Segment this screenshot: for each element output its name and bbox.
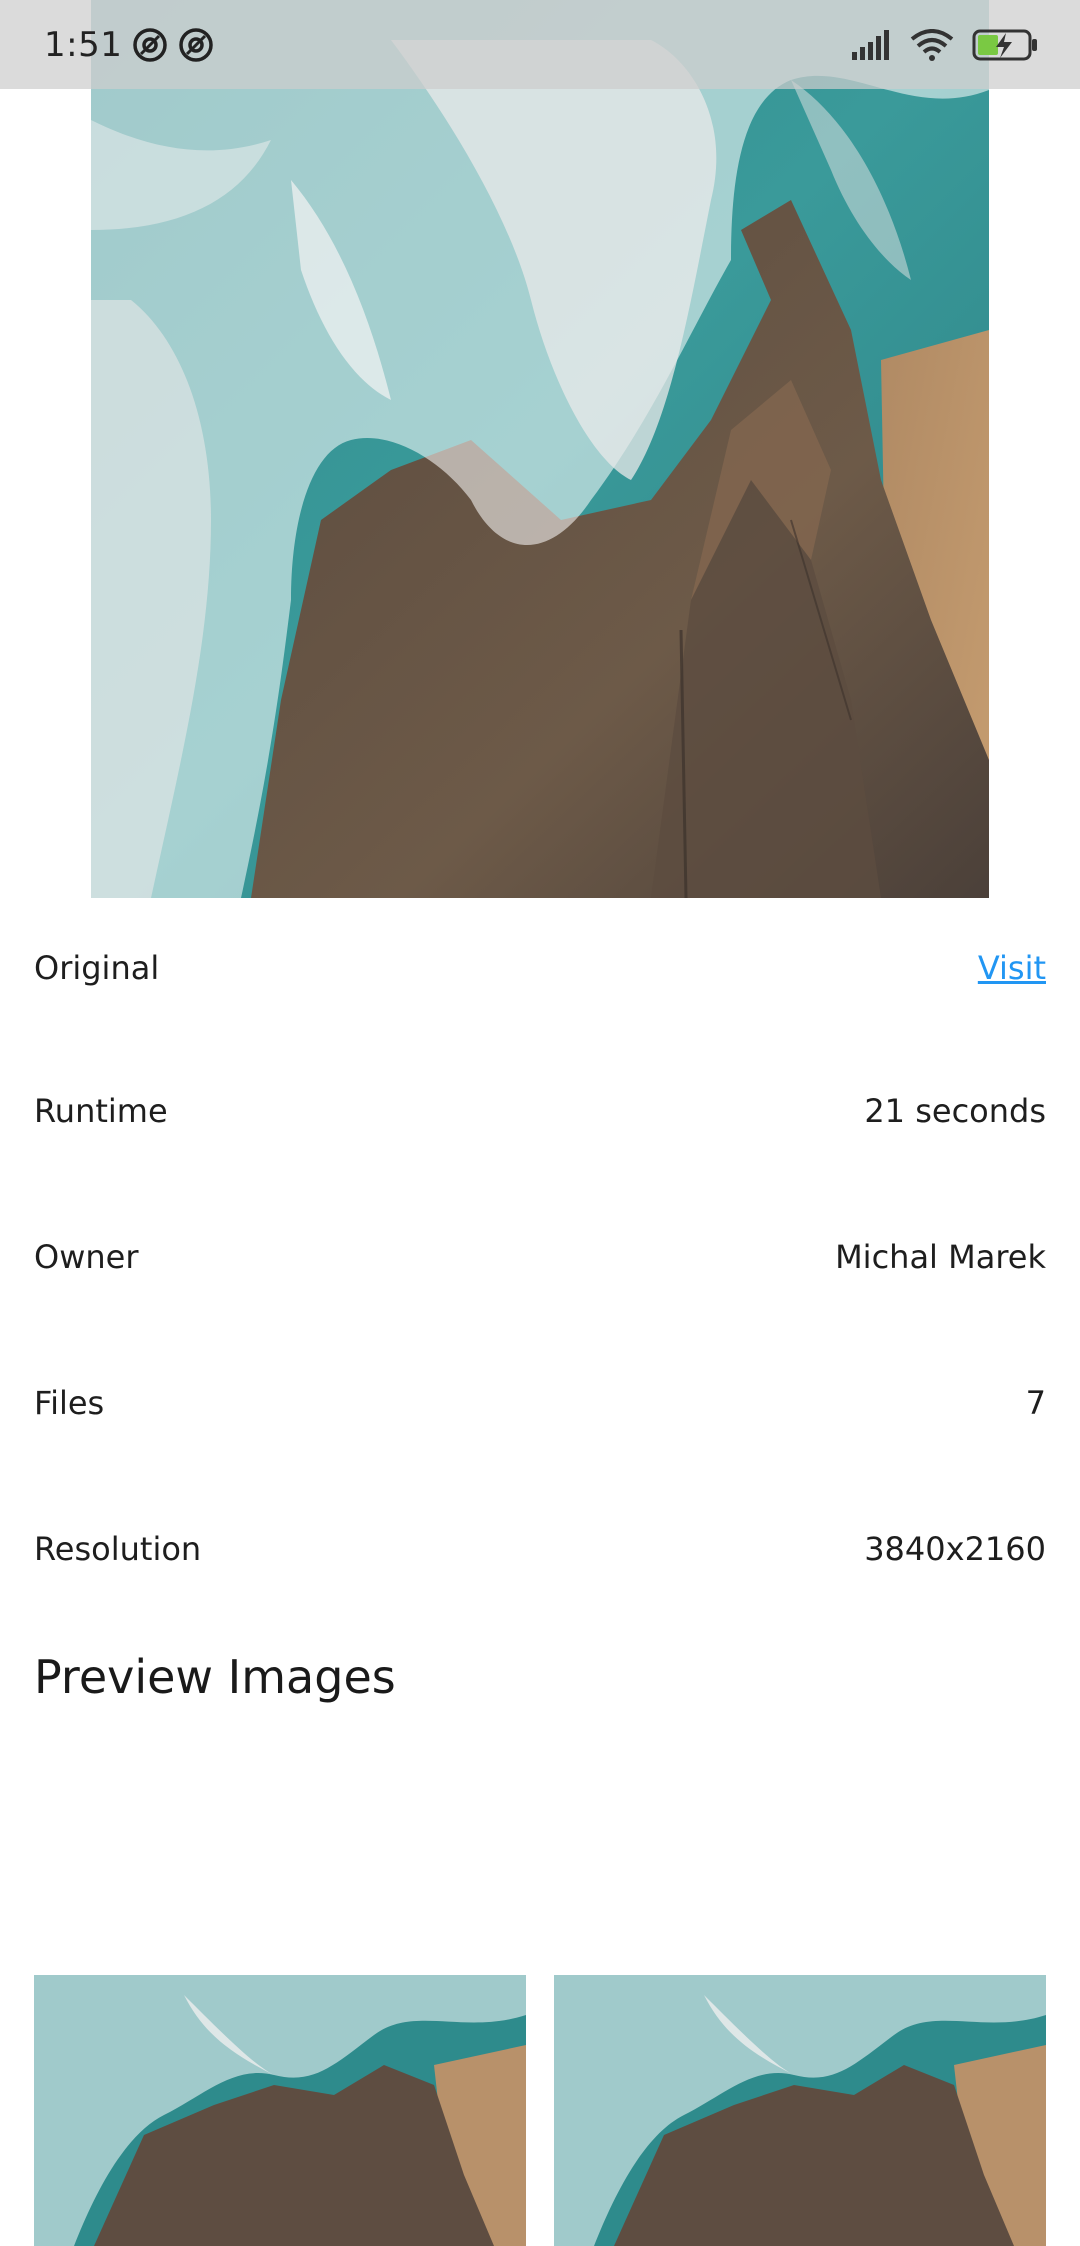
detail-value: 21 seconds	[864, 1092, 1046, 1130]
preview-image-1[interactable]	[34, 1975, 526, 2246]
section-title: Preview Images	[34, 1650, 396, 1704]
preview-image-2[interactable]	[554, 1975, 1046, 2246]
detail-value: 3840x2160	[864, 1530, 1046, 1568]
aerial-ocean-rocks-photo	[91, 0, 989, 898]
detail-row-owner: Owner Michal Marek	[0, 1184, 1080, 1330]
preview-images-grid	[34, 1975, 1046, 2246]
detail-label: Runtime	[34, 1092, 168, 1130]
detail-row-files: Files 7	[0, 1330, 1080, 1476]
details-list: Original Visit Runtime 21 seconds Owner …	[0, 898, 1080, 1622]
detail-row-resolution: Resolution 3840x2160	[0, 1476, 1080, 1622]
wifi-icon	[910, 28, 954, 61]
detail-row-runtime: Runtime 21 seconds	[0, 1038, 1080, 1184]
aerial-ocean-rocks-thumbnail	[554, 1975, 1046, 2246]
notification-at-icon	[132, 27, 168, 63]
detail-label: Original	[34, 949, 160, 987]
detail-label: Owner	[34, 1238, 139, 1276]
hero-image	[91, 0, 989, 898]
detail-label: Files	[34, 1384, 105, 1422]
detail-value: Michal Marek	[835, 1238, 1046, 1276]
detail-row-original: Original Visit	[0, 898, 1080, 1038]
detail-label: Resolution	[34, 1530, 202, 1568]
video-details-screen: 1:51 Original Visit Runtime 21 seconds O…	[0, 0, 1080, 2246]
detail-value: 7	[1025, 1384, 1046, 1422]
signal-icon	[850, 29, 892, 60]
notification-at-icon	[178, 27, 214, 63]
status-bar: 1:51	[0, 0, 1080, 89]
battery-charging-icon	[972, 28, 1040, 62]
visit-link[interactable]: Visit	[978, 949, 1046, 987]
aerial-ocean-rocks-thumbnail	[34, 1975, 526, 2246]
status-time: 1:51	[44, 24, 123, 65]
